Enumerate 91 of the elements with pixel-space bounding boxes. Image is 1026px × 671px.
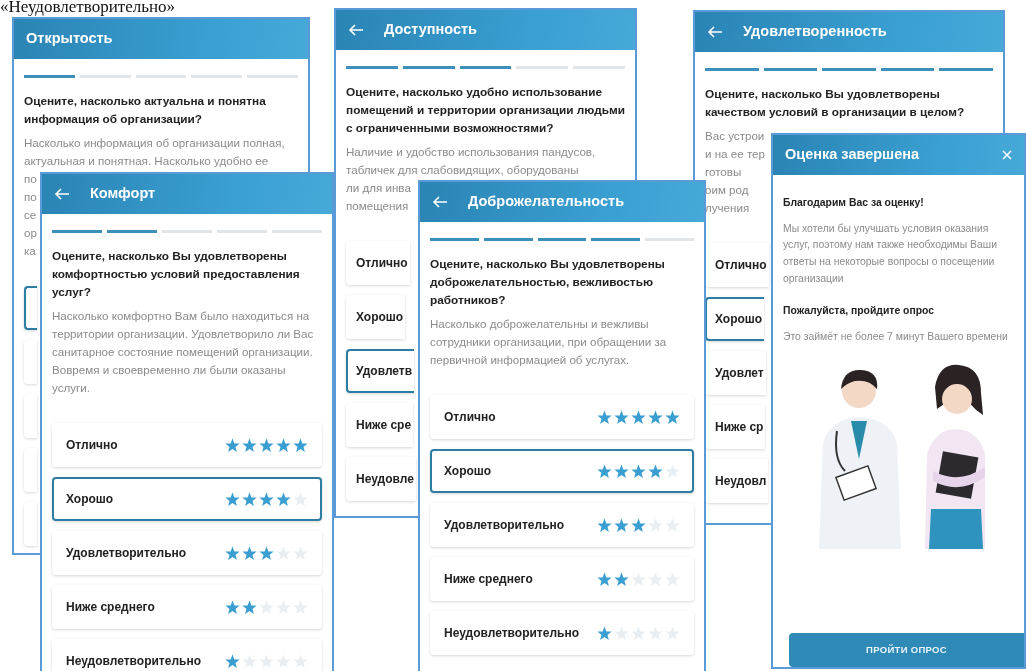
- star-icon: [242, 599, 257, 615]
- star-icon: [293, 437, 308, 453]
- description-text: ор: [24, 225, 37, 241]
- star-icon: [242, 491, 257, 507]
- star-icon: [648, 463, 663, 479]
- rating-option[interactable]: Хорошо: [346, 295, 406, 339]
- star-icon: [631, 517, 646, 533]
- description-text: ка: [24, 243, 36, 259]
- screen-title: Доброжелательность: [468, 192, 625, 212]
- description-text: готовы: [705, 164, 742, 180]
- star-icon: [225, 437, 240, 453]
- star-icon: [597, 571, 612, 587]
- rating-option[interactable]: Удовлетворительно: [52, 531, 322, 575]
- star-icon: [614, 517, 629, 533]
- rating-option[interactable]: [24, 286, 37, 330]
- description-text: се: [24, 207, 37, 223]
- star-icon: [225, 545, 240, 561]
- back-arrow-icon[interactable]: [54, 188, 70, 200]
- back-arrow-icon[interactable]: [348, 24, 364, 36]
- screen-title: Удовлетворенность: [743, 22, 887, 42]
- star-icon: [597, 463, 612, 479]
- star-icon: [597, 409, 612, 425]
- description-text: табличек для слабовидящих, оборудованы: [346, 162, 579, 178]
- question-text: Оцените, насколько Вы удовлетворены доброжелательностью, вежливостью работников?: [430, 256, 666, 309]
- description-text: актуальная и понятная. Насколько удобно ее: [24, 153, 269, 169]
- rating-option[interactable]: Хорошо: [52, 477, 322, 521]
- prompt-text: Пожалуйста, пройдите опрос: [783, 304, 936, 319]
- rating-option[interactable]: Отлично: [705, 243, 769, 287]
- rating-option[interactable]: Ниже сре: [346, 403, 414, 447]
- star-icon: [225, 599, 240, 615]
- star-icon: [225, 491, 240, 507]
- description-text: помещения: [346, 198, 409, 214]
- rating-option[interactable]: Удовлет: [705, 351, 766, 395]
- star-icon: [631, 409, 646, 425]
- description-text: лучения: [705, 200, 750, 216]
- thanks-text: Благодарим Вас за оценку!: [783, 196, 925, 210]
- rating-option[interactable]: Отлично: [430, 395, 694, 439]
- question-text: Оцените, насколько актуальна и понятна информация об организации?: [24, 93, 267, 128]
- rating-option[interactable]: Отлично: [52, 423, 322, 467]
- star-icon: [614, 409, 629, 425]
- description-text: по: [24, 189, 37, 205]
- description-text: Насколько информация об организации полная,: [24, 135, 285, 151]
- star-icon: [225, 653, 240, 669]
- rating-option[interactable]: Неудовлетворительно: [430, 611, 694, 655]
- description-text: по: [24, 171, 37, 187]
- description-text: Вас устрои: [705, 128, 765, 144]
- description-text: Насколько комфортно Вам было находиться на территории организации. Удовлетворило ли Вас санитарное состояние помещений организации. Вовремя и своевременно ли были оказаны услуги.: [52, 308, 315, 396]
- star-icon: [597, 625, 612, 641]
- description-text: и на ее тер: [705, 146, 765, 162]
- rating-option[interactable]: Ниже среднего: [430, 557, 694, 601]
- survey-button[interactable]: ПРОЙТИ ОПРОС: [789, 633, 1024, 667]
- star-icon: [259, 437, 274, 453]
- question-text: Оцените, насколько Вы удовлетворены качеством условий в организации в целом?: [705, 86, 966, 121]
- star-icon: [614, 571, 629, 587]
- description-text: Насколько доброжелательны и вежливы сотрудники организации, при обращении за первичной информацией об услугах.: [430, 316, 668, 368]
- caption-text: «Неудовлетворительно»: [0, 0, 176, 15]
- description-text: Наличие и удобство использования пандусов,: [346, 144, 596, 160]
- description-text: оим род: [705, 182, 749, 198]
- question-text: Оцените, насколько Вы удовлетворены комфортностью условий предоставления услуг?: [52, 248, 301, 301]
- note-text: Это займёт не более 7 минут Вашего времени: [783, 329, 1009, 344]
- screen-title: Оценка завершена: [785, 145, 920, 165]
- star-icon: [242, 437, 257, 453]
- description-text: ли для инва: [346, 180, 411, 196]
- star-icon: [242, 545, 257, 561]
- rating-option[interactable]: Ниже ср: [705, 405, 766, 449]
- rating-option[interactable]: Удовлетв: [346, 349, 415, 393]
- star-icon: [259, 545, 274, 561]
- star-icon: [665, 409, 680, 425]
- back-arrow-icon[interactable]: [432, 196, 448, 208]
- screen-title: Комфорт: [90, 184, 156, 204]
- star-icon: [597, 517, 612, 533]
- star-icon: [614, 463, 629, 479]
- rating-option[interactable]: Удовлетворительно: [430, 503, 694, 547]
- star-icon: [259, 491, 274, 507]
- rating-option[interactable]: Хорошо: [705, 297, 765, 341]
- rating-option[interactable]: Неудовле: [346, 457, 416, 501]
- star-icon: [648, 409, 663, 425]
- rating-option[interactable]: Неудовл: [705, 459, 769, 503]
- star-icon: [276, 437, 291, 453]
- rating-option[interactable]: Ниже среднего: [52, 585, 322, 629]
- close-icon[interactable]: [1002, 150, 1012, 160]
- screen-title: Открытость: [26, 29, 113, 49]
- rating-option[interactable]: Хорошо: [430, 449, 694, 493]
- star-icon: [631, 463, 646, 479]
- screen-title: Доступность: [384, 20, 478, 40]
- star-icon: [276, 491, 291, 507]
- rating-option[interactable]: Отлично: [346, 241, 410, 285]
- back-arrow-icon[interactable]: [707, 26, 723, 38]
- rating-option[interactable]: Неудовлетворительно: [52, 639, 322, 671]
- question-text: Оцените, насколько удобно использование помещений и территории организации людьми с ограниченными возможностями?: [346, 84, 625, 137]
- message-text: Мы хотели бы улучшать условия оказания услуг, поэтому нам также необходимы Ваши ответы на некоторые вопросы о посещении организации: [783, 221, 998, 286]
